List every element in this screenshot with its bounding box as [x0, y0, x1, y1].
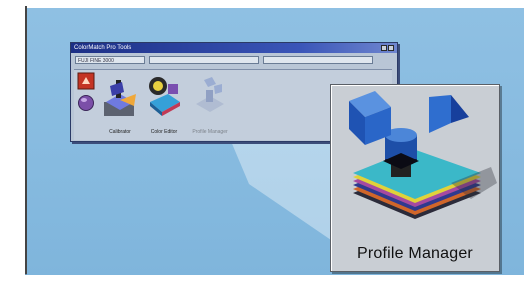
- profile-manager-large-icon: [349, 91, 497, 219]
- window-title: ColorMatch Pro Tools: [74, 45, 132, 51]
- minimize-button[interactable]: [381, 45, 387, 51]
- app-logo-icon[interactable]: [77, 72, 95, 90]
- profile-manager-tool[interactable]: Profile Manager: [190, 72, 230, 136]
- device-select[interactable]: [149, 56, 259, 64]
- profile-select-value: FUJI FINE 3000: [78, 58, 114, 64]
- color-editor-label: Color Editor: [150, 129, 178, 135]
- profile-manager-zoom-label: Profile Manager: [357, 245, 473, 262]
- color-editor-tool[interactable]: Color Editor: [144, 72, 184, 136]
- option-select[interactable]: [263, 56, 373, 64]
- calibrator-tool[interactable]: Calibrator: [100, 72, 140, 136]
- color-editor-icon: [149, 77, 180, 116]
- globe-icon[interactable]: [77, 94, 95, 112]
- title-bar[interactable]: ColorMatch Pro Tools: [71, 43, 397, 53]
- close-button[interactable]: [388, 45, 394, 51]
- calibrator-icon: [104, 80, 136, 116]
- profile-select[interactable]: FUJI FINE 3000: [75, 56, 145, 64]
- profile-manager-label: Profile Manager: [192, 129, 228, 135]
- profile-manager-zoom: Profile Manager: [330, 84, 500, 272]
- profile-manager-icon: [196, 77, 224, 112]
- calibrator-label: Calibrator: [109, 129, 131, 135]
